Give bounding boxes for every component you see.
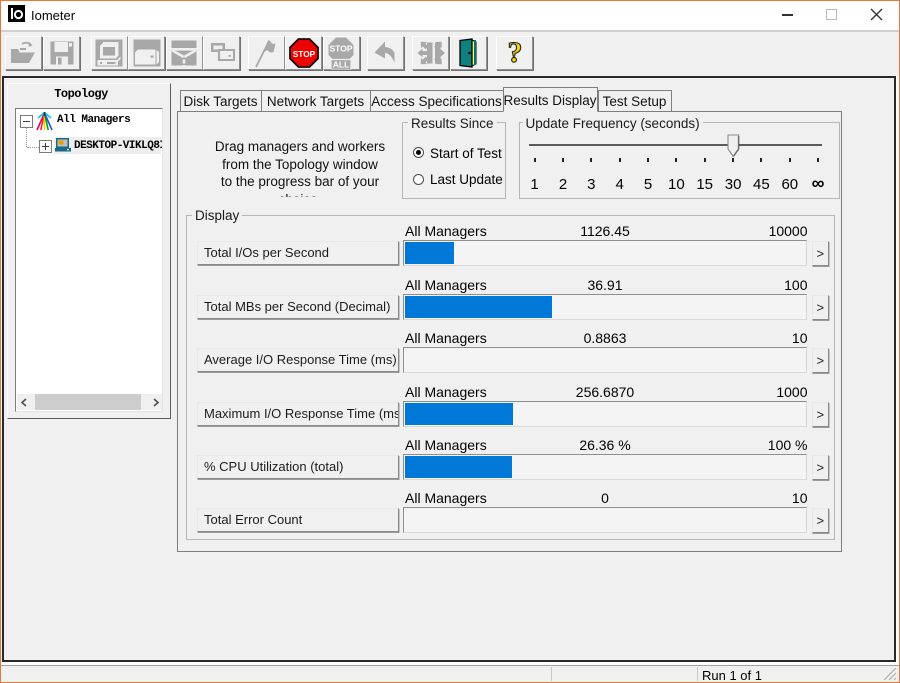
svg-text:ALL: ALL: [333, 60, 350, 70]
svg-text:STOP: STOP: [330, 44, 353, 54]
svg-text:?: ?: [507, 37, 522, 69]
svg-text:STOP: STOP: [292, 49, 315, 59]
